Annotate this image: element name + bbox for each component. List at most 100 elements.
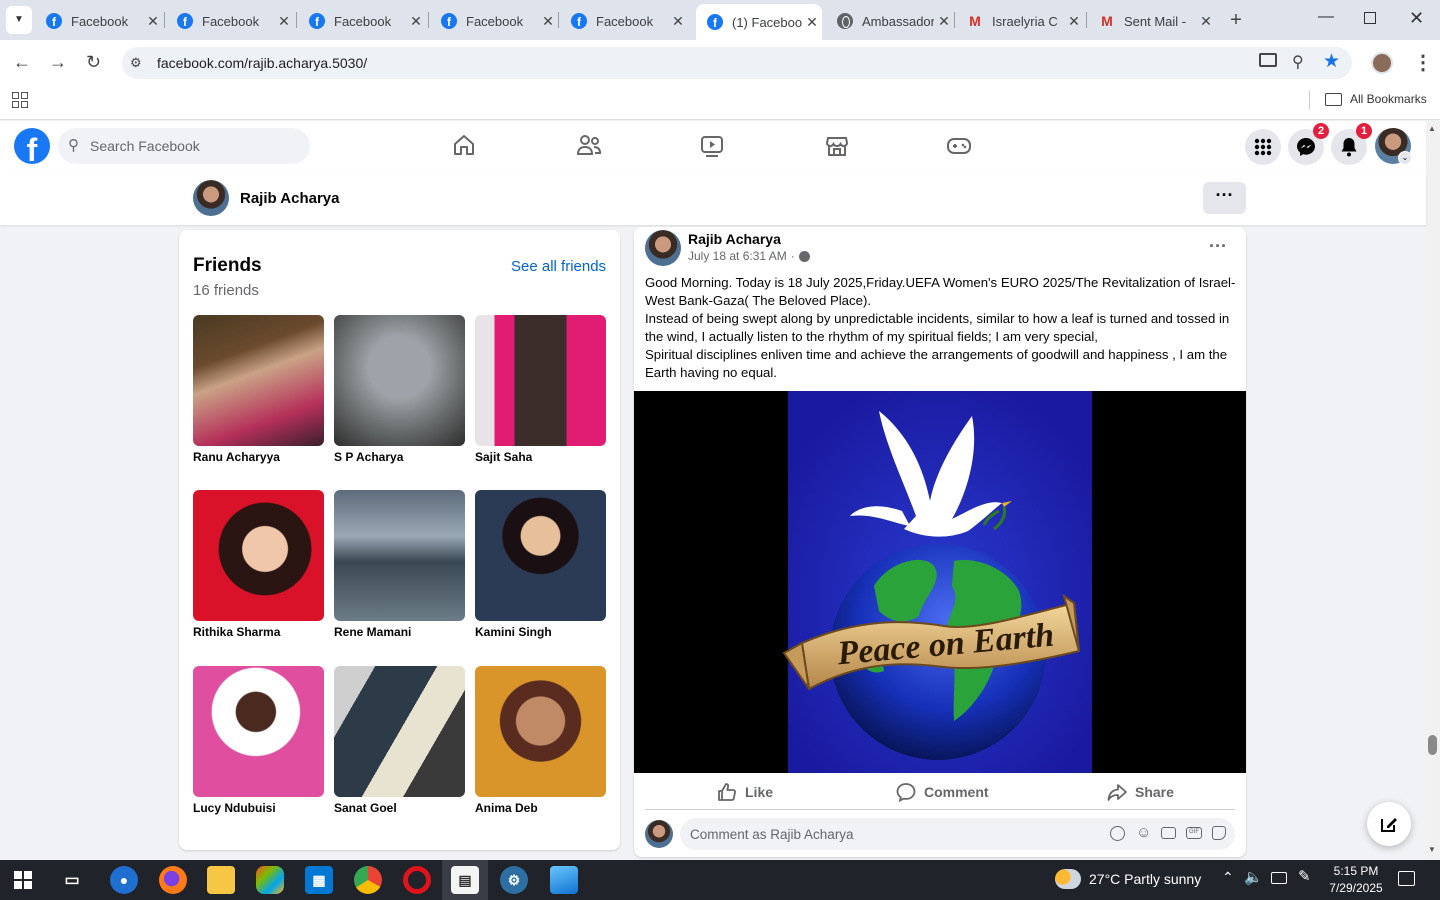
google-chrome-icon[interactable] (354, 866, 382, 894)
microsoft-store-icon[interactable]: ▦ (305, 866, 333, 894)
office-icon[interactable] (256, 866, 284, 894)
emoji-icon[interactable]: ☺ (1136, 824, 1151, 841)
friend-photo[interactable] (334, 666, 465, 797)
pen-icon[interactable]: ✎ (1298, 867, 1311, 885)
browser-tab[interactable]: f Facebook ✕ (35, 6, 163, 36)
new-message-button[interactable] (1367, 802, 1411, 846)
minimize-window-button[interactable]: — (1318, 8, 1334, 26)
speaker-icon[interactable]: 🔈 (1244, 868, 1263, 886)
account-chevron-icon[interactable]: ⌄ (1398, 151, 1412, 165)
close-tab-icon[interactable]: ✕ (802, 14, 822, 31)
all-bookmarks-button[interactable]: All Bookmarks (1325, 92, 1427, 106)
friend-name[interactable]: Lucy Ndubuisi (193, 801, 276, 815)
friend-photo[interactable] (334, 315, 465, 446)
close-tab-icon[interactable]: ✕ (1064, 13, 1084, 30)
friend-photo[interactable] (193, 315, 324, 446)
show-hidden-icons-chevron[interactable]: ⌃ (1222, 869, 1234, 886)
friend-photo[interactable] (475, 666, 606, 797)
marketplace-icon[interactable] (825, 134, 849, 158)
like-button[interactable]: Like (717, 782, 773, 802)
weather-widget[interactable]: 27°C Partly sunny (1055, 869, 1201, 889)
post-author-avatar[interactable] (645, 230, 681, 266)
friend-photo[interactable] (334, 490, 465, 621)
profile-avatar-button[interactable] (1371, 52, 1393, 74)
start-button[interactable] (14, 871, 32, 889)
system-clock[interactable]: 5:15 PM 7/29/2025 (1326, 863, 1386, 897)
site-settings-icon[interactable]: ⚙ (130, 55, 142, 71)
friend-photo[interactable] (193, 666, 324, 797)
browser-tab[interactable]: M Sent Mail - ✕ (1088, 6, 1216, 36)
scrollbar-thumb[interactable] (1428, 735, 1437, 755)
comment-input[interactable]: Comment as Rajib Acharya ☺ GIF (680, 818, 1235, 850)
scroll-up-arrow[interactable]: ▲ (1428, 124, 1436, 133)
friend-name[interactable]: Kamini Singh (475, 625, 552, 639)
close-tab-icon[interactable]: ✕ (406, 13, 426, 30)
friend-photo[interactable] (475, 490, 606, 621)
friend-name[interactable]: Anima Deb (475, 801, 538, 815)
friend-photo[interactable] (193, 490, 324, 621)
gif-icon[interactable]: GIF (1186, 827, 1202, 839)
browser-tab[interactable]: f Facebook ✕ (430, 6, 558, 36)
firefox-icon[interactable] (159, 866, 187, 894)
back-arrow-icon[interactable]: ← (13, 52, 31, 73)
notepad-icon[interactable]: ▤ (451, 866, 479, 894)
post-author-name[interactable]: Rajib Acharya (688, 231, 781, 247)
zoom-icon[interactable]: ⚲ (1292, 52, 1304, 72)
avatar-sticker-icon[interactable] (1110, 826, 1125, 841)
apps-grid-icon[interactable] (12, 92, 28, 108)
gaming-icon[interactable] (946, 134, 972, 158)
url-text[interactable]: facebook.com/rajib.acharya.5030/ (157, 55, 367, 71)
browser-tab[interactable]: f Facebook ✕ (298, 6, 426, 36)
browser-tab[interactable]: Ambassador ✕ (826, 6, 954, 36)
new-tab-button[interactable]: + (1224, 8, 1248, 32)
close-tab-icon[interactable]: ✕ (143, 13, 163, 30)
close-tab-icon[interactable]: ✕ (274, 13, 294, 30)
friends-icon[interactable] (576, 133, 602, 157)
settings-app-icon[interactable]: ⚙ (500, 866, 528, 894)
notifications-center-icon[interactable] (1398, 871, 1415, 886)
browser-tab[interactable]: f Facebook ✕ (560, 6, 688, 36)
home-icon[interactable] (452, 133, 476, 157)
bookmark-star-icon[interactable]: ★ (1323, 50, 1340, 73)
close-tab-icon[interactable]: ✕ (934, 13, 954, 30)
see-all-friends-link[interactable]: See all friends (511, 258, 606, 275)
task-view-icon[interactable]: ▭ (58, 866, 86, 894)
file-explorer-icon[interactable] (207, 866, 235, 894)
profile-more-button[interactable]: ··· (1203, 182, 1246, 214)
friends-title[interactable]: Friends (193, 255, 262, 277)
taskbar-app-blue-icon[interactable]: ● (110, 866, 138, 894)
camera-icon[interactable] (1161, 827, 1176, 839)
friend-name[interactable]: Ranu Acharyya (193, 450, 280, 464)
friend-name[interactable]: S P Acharya (334, 450, 403, 464)
post-timestamp[interactable]: July 18 at 6:31 AM (688, 249, 787, 263)
search-facebook-input[interactable]: ⚲ Search Facebook (58, 128, 310, 164)
tab-search-button[interactable]: ▼ (6, 6, 32, 34)
friend-name[interactable]: Rithika Sharma (193, 625, 280, 639)
browser-tab[interactable]: f Facebook ✕ (166, 6, 294, 36)
post-image[interactable]: Peace on Earth (634, 391, 1246, 773)
reload-icon[interactable]: ↻ (86, 52, 101, 73)
sticker-icon[interactable] (1212, 826, 1226, 840)
browser-tab[interactable]: f (1) Facebook ✕ (696, 4, 822, 40)
friend-name[interactable]: Rene Mamani (334, 625, 411, 639)
commenter-avatar[interactable] (645, 820, 673, 848)
video-icon[interactable] (700, 134, 726, 158)
close-tab-icon[interactable]: ✕ (668, 13, 688, 30)
browser-tab[interactable]: M Israelyria C ✕ (956, 6, 1084, 36)
share-button[interactable]: Share (1107, 782, 1174, 802)
friend-name[interactable]: Sajit Saha (475, 450, 532, 464)
profile-avatar[interactable] (193, 180, 229, 216)
close-window-button[interactable]: ✕ (1409, 8, 1424, 29)
browser-menu-icon[interactable]: ⋮ (1413, 50, 1433, 75)
scroll-down-arrow[interactable]: ▼ (1428, 845, 1436, 854)
network-icon[interactable] (1271, 872, 1287, 884)
menu-grid-button[interactable] (1245, 129, 1281, 165)
install-app-icon[interactable] (1259, 53, 1277, 67)
close-tab-icon[interactable]: ✕ (1196, 13, 1216, 30)
friend-photo[interactable] (475, 315, 606, 446)
friend-name[interactable]: Sanat Goel (334, 801, 397, 815)
photos-icon[interactable] (550, 866, 578, 894)
opera-icon[interactable] (403, 866, 431, 894)
facebook-logo[interactable]: f (14, 128, 50, 164)
post-options-icon[interactable]: ··· (1209, 236, 1227, 257)
